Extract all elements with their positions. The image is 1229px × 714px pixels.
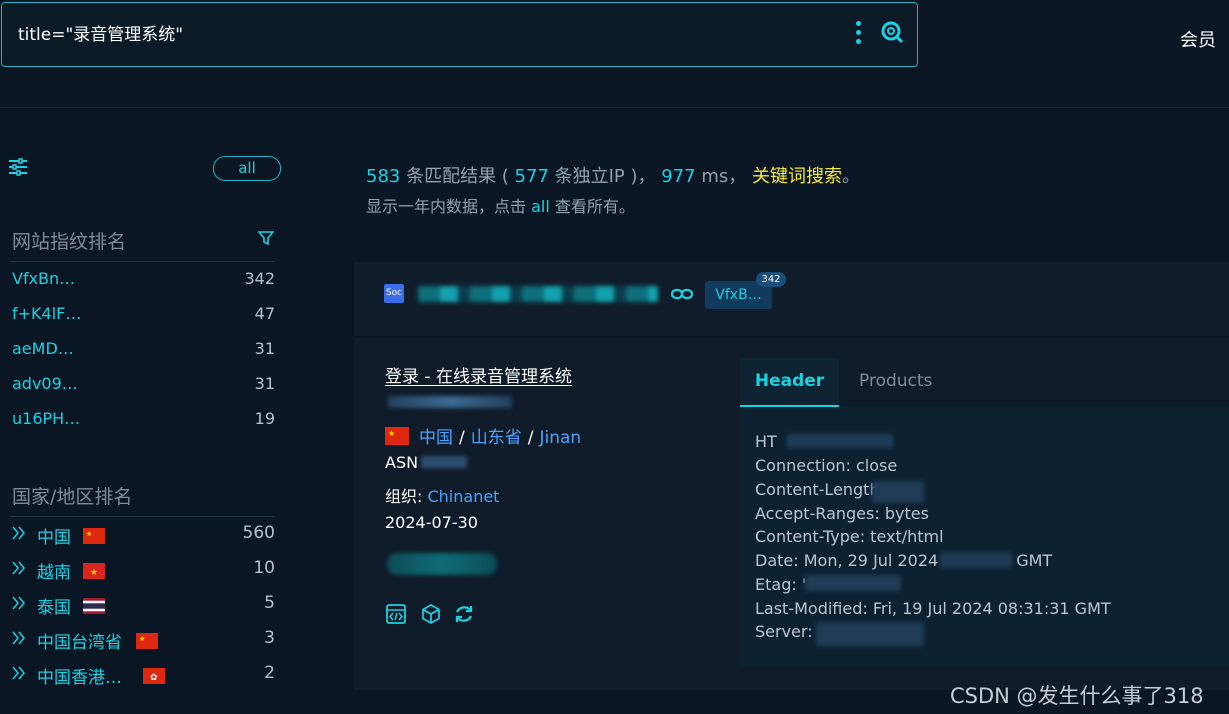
divider [10,516,275,517]
tab-header[interactable]: Header [740,358,839,407]
cn-flag-icon: ★ [136,633,158,649]
filter-settings-icon[interactable] [8,157,28,177]
double-chevron-right-icon [12,526,25,540]
result-asn: ASN [385,453,419,472]
fingerprint-item[interactable]: VfxBn… 342 [12,269,275,293]
redacted-value [940,552,1012,568]
vn-flag-icon: ★ [83,563,105,579]
link-icon[interactable] [671,287,693,301]
header-line: Last-Modified: Fri, 19 Jul 2024 08:31:31… [755,599,1111,618]
header-line: Connection: close [755,456,898,475]
redacted-asn [421,456,467,468]
redacted-value [872,481,924,503]
keyword-search-link[interactable]: 关键词搜索 [752,166,842,187]
search-icon[interactable] [880,20,904,44]
fingerprint-rank-title: 网站指纹排名 [12,231,127,253]
result-org: 组织: Chinanet [385,487,500,506]
header-line: Content-Type: text/html [755,527,944,546]
code-icon[interactable] [385,603,407,625]
site-favicon: Soc [384,284,404,303]
hk-flag-icon: ✿ [143,668,165,684]
all-toggle[interactable]: all [213,156,281,181]
redacted-value [787,434,893,448]
redacted-value [816,622,924,646]
header-line: Accept-Ranges: bytes [755,504,929,523]
header-divider [0,107,1229,108]
svg-text:★: ★ [86,530,92,538]
redacted-ip [388,396,512,408]
country-item[interactable]: 中国香港… ✿ 2 [12,663,275,688]
city-link[interactable]: Jinan [539,428,581,448]
tag-count-badge: 342 [756,272,786,287]
cn-flag-icon: ★ [385,427,409,445]
cn-flag-icon: ★ [83,528,105,544]
result-date: 2024-07-30 [385,513,478,532]
header-line: Content-Length [755,480,880,499]
redacted-value [805,575,901,591]
svg-text:★: ★ [139,635,145,643]
header-line: Server: [755,622,813,641]
fingerprint-item[interactable]: adv09… 31 [12,374,275,398]
svg-text:★: ★ [90,568,98,578]
fingerprint-item[interactable]: u16PH… 19 [12,409,275,433]
more-options-icon[interactable] [856,21,862,45]
org-link[interactable]: Chinanet [427,487,499,506]
watermark: CSDN @发生什么事了318 [950,684,1204,708]
header-line: HT [755,432,777,451]
country-item[interactable]: 中国 ★ 560 [12,523,275,548]
double-chevron-right-icon [12,561,25,575]
country-item[interactable]: 泰国 5 [12,593,275,618]
results-hint: 显示一年内数据，点击 all 查看所有。 [366,197,635,216]
header-line: Etag: ' [755,575,807,594]
member-link[interactable]: 会员 [1180,26,1216,52]
search-input[interactable]: title="录音管理系统" [18,20,183,45]
svg-text:★: ★ [388,429,395,438]
all-link[interactable]: all [531,197,550,216]
funnel-icon[interactable] [258,230,274,246]
double-chevron-right-icon [12,666,25,680]
double-chevron-right-icon [12,596,25,610]
country-item[interactable]: 中国台湾省 ★ 3 [12,628,275,653]
country-link[interactable]: 中国 [419,428,453,448]
redacted-host[interactable] [418,286,658,302]
result-title[interactable]: 登录 - 在线录音管理系统 [385,362,572,387]
results-summary: 583 条匹配结果 ( 577 条独立IP )， 977 ms， 关键词搜索。 [366,166,860,187]
divider [10,261,275,262]
fingerprint-item[interactable]: f+K4lF… 47 [12,304,275,328]
fingerprint-item[interactable]: aeMD… 31 [12,339,275,363]
tab-products[interactable]: Products [859,358,932,405]
result-location: ★ 中国 / 山东省 / Jinan [385,423,581,448]
province-link[interactable]: 山东省 [471,428,522,448]
redacted-tag [387,553,497,575]
country-rank-title: 国家/地区排名 [12,486,133,508]
country-item[interactable]: 越南 ★ 10 [12,558,275,583]
double-chevron-right-icon [12,631,25,645]
th-flag-icon [83,598,105,614]
svg-text:✿: ✿ [150,673,158,683]
cube-icon[interactable] [420,603,442,625]
refresh-icon[interactable] [453,603,475,625]
